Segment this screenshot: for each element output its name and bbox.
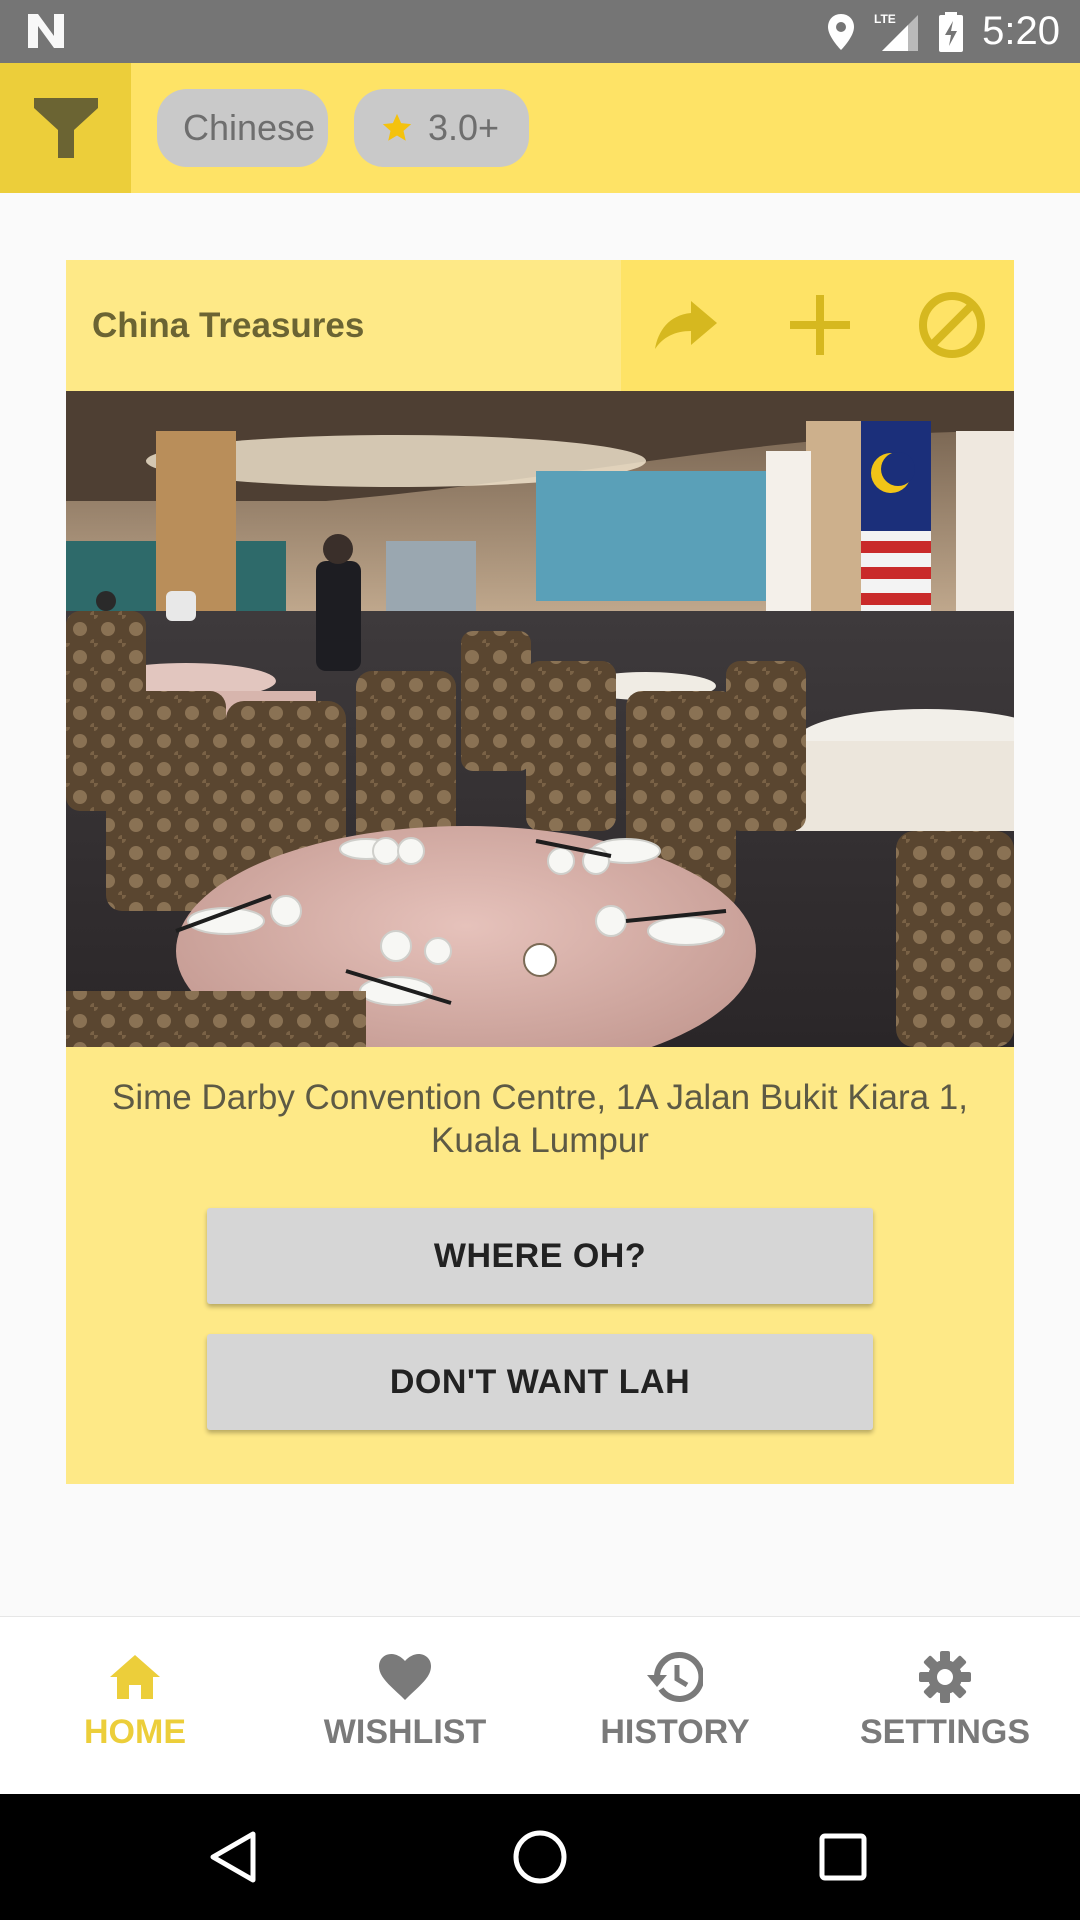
nav-wishlist[interactable]: WISHLIST <box>270 1617 540 1795</box>
status-bar: LTE 5:20 <box>0 0 1080 63</box>
restaurant-address: Sime Darby Convention Centre, 1A Jalan B… <box>112 1078 968 1160</box>
notification-n-icon <box>28 14 64 48</box>
nav-settings[interactable]: SETTINGS <box>810 1617 1080 1795</box>
battery-charging-icon <box>939 11 964 52</box>
nav-home[interactable]: HOME <box>0 1617 270 1795</box>
location-icon <box>828 13 855 50</box>
nav-home-label: HOME <box>84 1713 186 1751</box>
photo-page-indicator <box>523 943 557 977</box>
filter-bar: Chinese 3.0+ <box>0 63 1080 193</box>
restaurant-name: China Treasures <box>92 305 365 345</box>
status-time: 5:20 <box>982 9 1060 53</box>
recents-square-icon <box>819 1833 867 1881</box>
card-header: China Treasures <box>66 260 1014 391</box>
history-icon <box>647 1651 703 1702</box>
nav-history[interactable]: HISTORY <box>540 1617 810 1795</box>
nav-wishlist-label: WISHLIST <box>323 1713 487 1751</box>
where-button[interactable]: WHERE OH? <box>207 1208 873 1304</box>
signal-lte-icon: LTE <box>874 12 919 51</box>
heart-icon <box>379 1654 431 1700</box>
cuisine-filter-chip[interactable]: Chinese <box>157 89 328 167</box>
system-back-button[interactable] <box>200 1824 266 1890</box>
nav-settings-label: SETTINGS <box>859 1713 1031 1751</box>
filter-button[interactable] <box>0 63 131 193</box>
rating-chip-label: 3.0+ <box>428 107 500 148</box>
nav-history-label: HISTORY <box>600 1713 750 1751</box>
block-button[interactable] <box>909 282 995 368</box>
svg-text:LTE: LTE <box>874 12 896 26</box>
card-actions <box>621 260 1014 391</box>
bottom-navigation: HOME WISHLIST HISTORY SETTINGS <box>0 1616 1080 1794</box>
star-icon <box>382 113 412 141</box>
block-icon <box>919 292 985 358</box>
system-recents-button[interactable] <box>810 1824 876 1890</box>
filter-funnel-icon <box>33 98 98 158</box>
restaurant-photo[interactable] <box>66 391 1014 1047</box>
share-arrow-icon <box>655 301 717 349</box>
back-triangle-icon <box>210 1831 256 1883</box>
plus-icon <box>790 295 850 355</box>
dont-want-button[interactable]: DON'T WANT LAH <box>207 1334 873 1430</box>
home-circle-icon <box>513 1830 567 1884</box>
share-button[interactable] <box>643 282 729 368</box>
system-navigation-bar <box>0 1794 1080 1920</box>
rating-filter-chip[interactable]: 3.0+ <box>354 89 529 167</box>
cuisine-chip-label: Chinese <box>183 107 316 148</box>
home-icon <box>110 1655 160 1699</box>
gear-icon <box>919 1651 971 1703</box>
add-to-wishlist-button[interactable] <box>777 282 863 368</box>
restaurant-card: China Treasures Sime Darby Convention Ce… <box>66 260 1014 1484</box>
system-home-button[interactable] <box>507 1824 573 1890</box>
